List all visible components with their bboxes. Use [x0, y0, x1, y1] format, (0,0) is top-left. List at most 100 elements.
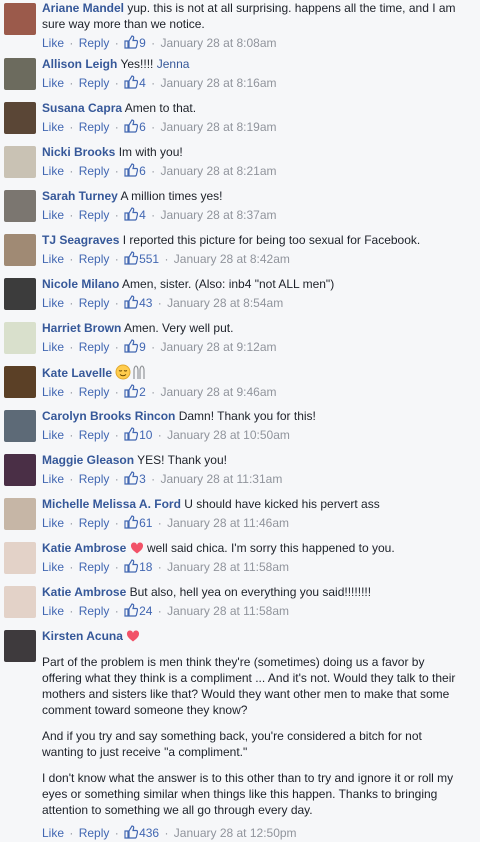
- reply-button[interactable]: Reply: [79, 120, 110, 134]
- separator: ·: [151, 385, 156, 399]
- like-button[interactable]: Like: [42, 164, 64, 178]
- like-count[interactable]: 6: [124, 163, 146, 178]
- avatar[interactable]: [4, 454, 36, 486]
- timestamp-link[interactable]: January 28 at 8:21am: [160, 164, 276, 178]
- comment-author[interactable]: Susana Capra: [42, 101, 122, 115]
- like-button[interactable]: Like: [42, 385, 64, 399]
- like-button[interactable]: Like: [42, 604, 64, 618]
- like-button[interactable]: Like: [42, 516, 64, 530]
- reply-button[interactable]: Reply: [79, 36, 110, 50]
- thumbs-up-icon: [124, 515, 139, 530]
- comment-author[interactable]: TJ Seagraves: [42, 233, 119, 247]
- timestamp-link[interactable]: January 28 at 10:50am: [167, 428, 290, 442]
- avatar[interactable]: [4, 542, 36, 574]
- like-count-value: 24: [139, 604, 153, 618]
- timestamp-link[interactable]: January 28 at 9:12am: [160, 340, 276, 354]
- comment-author[interactable]: Sarah Turney: [42, 189, 118, 203]
- like-button[interactable]: Like: [42, 208, 64, 222]
- like-count[interactable]: 10: [124, 427, 152, 442]
- avatar[interactable]: [4, 234, 36, 266]
- like-count[interactable]: 4: [124, 75, 146, 90]
- timestamp-link[interactable]: January 28 at 9:46am: [160, 385, 276, 399]
- comment-author[interactable]: Allison Leigh: [42, 57, 117, 71]
- reply-button[interactable]: Reply: [79, 252, 110, 266]
- avatar[interactable]: [4, 410, 36, 442]
- reply-button[interactable]: Reply: [79, 164, 110, 178]
- like-count[interactable]: 2: [124, 384, 146, 399]
- comment-author[interactable]: Kate Lavelle: [42, 366, 112, 380]
- avatar[interactable]: [4, 366, 36, 398]
- like-button[interactable]: Like: [42, 428, 64, 442]
- reply-button[interactable]: Reply: [79, 340, 110, 354]
- mention-link[interactable]: Jenna: [157, 57, 190, 71]
- comment-author[interactable]: Katie Ambrose: [42, 541, 126, 555]
- comment-actions: Like · Reply · 436 · January 28 at 12:50…: [42, 825, 480, 841]
- separator: ·: [114, 164, 119, 178]
- timestamp-link[interactable]: January 28 at 8:08am: [160, 36, 276, 50]
- avatar[interactable]: [4, 586, 36, 618]
- comment-author[interactable]: Carolyn Brooks Rincon: [42, 409, 175, 423]
- reply-button[interactable]: Reply: [79, 516, 110, 530]
- comment-author[interactable]: Nicki Brooks: [42, 145, 115, 159]
- comment-author[interactable]: Nicole Milano: [42, 277, 119, 291]
- timestamp-link[interactable]: January 28 at 8:16am: [160, 76, 276, 90]
- reply-button[interactable]: Reply: [79, 385, 110, 399]
- like-button[interactable]: Like: [42, 252, 64, 266]
- reply-button[interactable]: Reply: [79, 208, 110, 222]
- avatar[interactable]: [4, 278, 36, 310]
- like-count[interactable]: 436: [124, 825, 159, 840]
- heart-emoji-icon: [126, 629, 140, 643]
- like-button[interactable]: Like: [42, 36, 64, 50]
- comment-actions: Like · Reply · 6 · January 28 at 8:19am: [42, 119, 480, 135]
- like-button[interactable]: Like: [42, 560, 64, 574]
- reply-button[interactable]: Reply: [79, 76, 110, 90]
- timestamp-link[interactable]: January 28 at 11:31am: [160, 472, 282, 486]
- avatar[interactable]: [4, 322, 36, 354]
- like-count[interactable]: 61: [124, 515, 152, 530]
- like-count[interactable]: 4: [124, 207, 146, 222]
- like-button[interactable]: Like: [42, 120, 64, 134]
- timestamp-link[interactable]: January 28 at 8:42am: [174, 252, 290, 266]
- like-count[interactable]: 9: [124, 35, 146, 50]
- avatar[interactable]: [4, 498, 36, 530]
- like-count[interactable]: 24: [124, 603, 153, 618]
- like-button[interactable]: Like: [42, 76, 64, 90]
- reply-button[interactable]: Reply: [79, 428, 110, 442]
- avatar[interactable]: [4, 190, 36, 222]
- reply-button[interactable]: Reply: [79, 472, 110, 486]
- like-button[interactable]: Like: [42, 472, 64, 486]
- like-count-value: 4: [139, 208, 146, 222]
- comment-author[interactable]: Ariane Mandel: [42, 1, 124, 15]
- comment-author[interactable]: Harriet Brown: [42, 321, 121, 335]
- timestamp-link[interactable]: January 28 at 8:19am: [160, 120, 276, 134]
- comment-author[interactable]: Katie Ambrose: [42, 585, 126, 599]
- reply-button[interactable]: Reply: [79, 826, 110, 840]
- like-count[interactable]: 18: [124, 559, 152, 574]
- comment-author[interactable]: Kirsten Acuna: [42, 629, 123, 643]
- timestamp-link[interactable]: January 28 at 8:37am: [160, 208, 276, 222]
- reply-button[interactable]: Reply: [79, 604, 110, 618]
- avatar[interactable]: [4, 58, 36, 90]
- like-count[interactable]: 551: [124, 251, 159, 266]
- like-button[interactable]: Like: [42, 296, 64, 310]
- avatar[interactable]: [4, 3, 36, 35]
- like-count[interactable]: 43: [124, 295, 152, 310]
- like-button[interactable]: Like: [42, 826, 64, 840]
- like-count[interactable]: 3: [124, 471, 146, 486]
- comment-author[interactable]: Maggie Gleason: [42, 453, 134, 467]
- reply-button[interactable]: Reply: [79, 560, 110, 574]
- like-count[interactable]: 6: [124, 119, 146, 134]
- timestamp-link[interactable]: January 28 at 12:50pm: [174, 826, 297, 840]
- reply-button[interactable]: Reply: [79, 296, 110, 310]
- timestamp-link[interactable]: January 28 at 11:58am: [167, 560, 289, 574]
- like-button[interactable]: Like: [42, 340, 64, 354]
- like-count[interactable]: 9: [124, 339, 146, 354]
- avatar[interactable]: [4, 102, 36, 134]
- avatar[interactable]: [4, 146, 36, 178]
- timestamp-link[interactable]: January 28 at 11:58am: [167, 604, 289, 618]
- comment-body: Nicki Brooks Im with you!: [42, 144, 480, 160]
- avatar[interactable]: [4, 630, 36, 662]
- comment-author[interactable]: Michelle Melissa A. Ford: [42, 497, 181, 511]
- timestamp-link[interactable]: January 28 at 8:54am: [167, 296, 283, 310]
- timestamp-link[interactable]: January 28 at 11:46am: [167, 516, 289, 530]
